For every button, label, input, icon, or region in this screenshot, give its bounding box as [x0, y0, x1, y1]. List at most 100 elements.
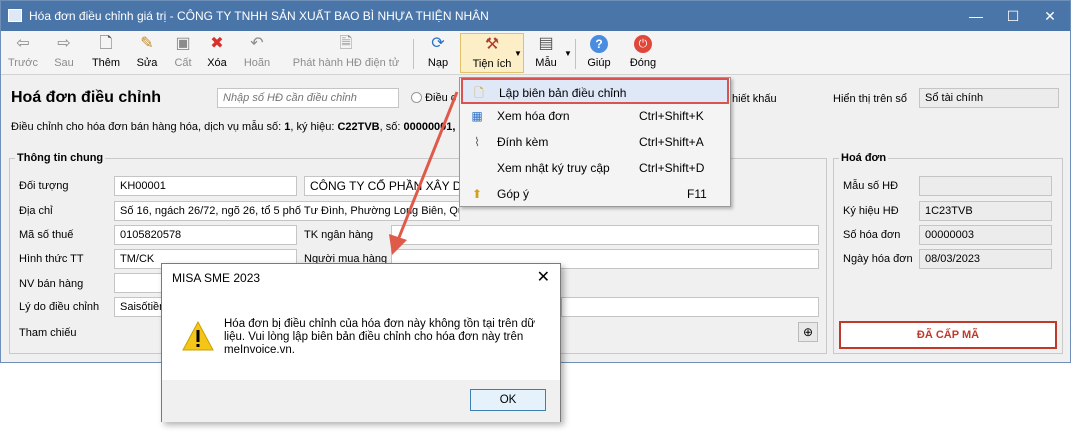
reason-input[interactable]: Saisốtiền: [114, 297, 164, 317]
menu-item-shortcut: F11: [687, 187, 707, 201]
radio-circle-icon: [411, 92, 422, 103]
menu-item-create-adjustment-record[interactable]: 🗋 Lập biên bản điều chỉnh: [461, 78, 729, 104]
close-button[interactable]: ⏻ Đóng: [625, 33, 661, 73]
payment-method-label: Hình thức TT: [19, 253, 84, 265]
menu-item-shortcut: Ctrl+Shift+D: [639, 161, 705, 175]
dialog-footer: OK: [162, 380, 560, 422]
view-invoice-icon: ▦: [471, 109, 483, 123]
add-button[interactable]: 🗋 Thêm: [89, 33, 123, 73]
prev-label: Trước: [7, 57, 39, 69]
refresh-icon: ⟳: [431, 35, 445, 52]
next-button[interactable]: ⇨ Sau: [49, 33, 79, 73]
adjust-radio-label: Điều c: [425, 92, 457, 104]
customer-name-input[interactable]: CÔNG TY CỔ PHẦN XÂY DỰ: [304, 176, 460, 196]
address-label: Địa chỉ: [19, 205, 53, 217]
bank-account-input[interactable]: [391, 225, 819, 245]
save-button[interactable]: ▣ Cất: [169, 33, 197, 73]
dialog-message: Hóa đơn bị điều chỉnh của hóa đơn này kh…: [224, 318, 536, 356]
menu-item-shortcut: Ctrl+Shift+K: [639, 109, 704, 123]
utilities-label: Tiện ích: [472, 58, 512, 70]
customer-code-input[interactable]: KH00001: [114, 176, 297, 196]
menu-item-label: Góp ý: [497, 187, 530, 201]
load-button[interactable]: ⟳ Nạp: [421, 33, 455, 73]
reason-input-tail[interactable]: [561, 297, 819, 317]
arrow-right-icon: ⇨: [57, 35, 71, 52]
message-dialog: MISA SME 2023 ✕ Hóa đơn bị điều chỉnh củ…: [161, 263, 561, 422]
undo-label: Hoãn: [243, 57, 271, 69]
publish-document-icon: 🗎: [339, 35, 353, 52]
close-window-button[interactable]: ✕: [1035, 5, 1065, 27]
floppy-disk-icon: ▣: [175, 35, 191, 52]
adjust-radio[interactable]: Điều c: [411, 92, 456, 104]
menu-item-label: Đính kèm: [497, 135, 549, 149]
maximize-button[interactable]: ☐: [998, 5, 1028, 27]
add-label: Thêm: [91, 57, 121, 69]
dialog-close-button[interactable]: ✕: [537, 267, 550, 287]
warning-icon: [182, 321, 214, 351]
menu-item-access-log[interactable]: Xem nhật ký truy cập Ctrl+Shift+D: [461, 155, 729, 181]
new-document-icon: 🗋: [99, 35, 113, 52]
edit-icon: ✎: [140, 35, 154, 52]
undo-button[interactable]: ↶ Hoãn: [239, 33, 275, 73]
delete-button[interactable]: ✖ Xóa: [203, 33, 231, 73]
template-button[interactable]: ▤ Mẫu: [529, 33, 563, 73]
arrow-left-icon: ⇦: [16, 35, 30, 52]
utilities-menu: 🗋 Lập biên bản điều chỉnh ▦ Xem hóa đơn …: [459, 77, 731, 207]
app-icon: [8, 9, 22, 22]
description-symbol: C22TVB: [337, 121, 380, 133]
invoice-symbol-input[interactable]: 1C23TVB: [919, 201, 1052, 221]
description-prefix: Điều chỉnh cho hóa đơn bán hàng hóa, dịc…: [11, 121, 285, 133]
dialog-title: MISA SME 2023: [172, 271, 261, 285]
display-label: Hiển thị trên sổ: [833, 93, 907, 105]
page-title: Hoá đơn điều chỉnh: [11, 89, 162, 106]
publish-einvoice-button[interactable]: 🗎 Phát hành HĐ điện tử: [285, 33, 407, 73]
prev-button[interactable]: ⇦ Trước: [5, 33, 41, 73]
menu-item-view-invoice[interactable]: ▦ Xem hóa đơn Ctrl+Shift+K: [461, 103, 729, 129]
delete-icon: ✖: [210, 35, 224, 52]
template-no-input[interactable]: [919, 176, 1052, 196]
save-label: Cất: [174, 57, 192, 69]
invoice-group-title: Hoá đơn: [839, 152, 889, 164]
paperclip-icon: ⌇: [474, 135, 480, 149]
description-number: 00000001,: [403, 121, 456, 133]
bank-account-label: TK ngân hàng: [304, 229, 374, 241]
discount-label: hiết khấu: [732, 93, 777, 105]
close-label: Đóng: [629, 57, 657, 69]
address-input[interactable]: Số 16, ngách 26/72, ngõ 26, tổ 5 phố Tư …: [114, 201, 460, 221]
description-mid2: , số:: [379, 121, 404, 133]
menu-item-label: Xem nhật ký truy cập: [497, 161, 610, 175]
menu-item-label: Lập biên bản điều chỉnh: [499, 86, 627, 100]
invoice-search-input[interactable]: [217, 88, 399, 108]
chevron-down-icon: ▼: [564, 49, 572, 58]
salesperson-input[interactable]: [114, 273, 164, 293]
toolbar: ⇦ Trước ⇨ Sau 🗋 Thêm ✎ Sửa ▣ Cất ✖ Xóa ↶…: [1, 31, 1070, 75]
zoom-in-icon[interactable]: ⊕: [798, 322, 818, 342]
title-bar: Hóa đơn điều chỉnh giá trị - CÔNG TY TNH…: [1, 1, 1070, 31]
menu-item-feedback[interactable]: ⬆ Góp ý F11: [461, 181, 729, 207]
salesperson-label: NV bán hàng: [19, 278, 84, 290]
screen: Hóa đơn điều chỉnh giá trị - CÔNG TY TNH…: [0, 0, 1071, 433]
description-mid: , ký hiệu:: [290, 121, 338, 133]
adjustment-description: Điều chỉnh cho hóa đơn bán hàng hóa, dịc…: [11, 121, 455, 133]
help-button[interactable]: ? Giúp: [583, 33, 615, 73]
edit-button[interactable]: ✎ Sửa: [133, 33, 161, 73]
ok-button[interactable]: OK: [470, 389, 546, 411]
reason-label: Lý do điều chỉnh: [19, 301, 100, 313]
invoice-date-input[interactable]: 08/03/2023: [919, 249, 1052, 269]
window-title: Hóa đơn điều chỉnh giá trị - CÔNG TY TNH…: [29, 9, 489, 23]
minimize-button[interactable]: —: [961, 5, 991, 27]
publish-label: Phát hành HĐ điện tử: [292, 57, 400, 69]
tax-code-input[interactable]: 0105820578: [114, 225, 297, 245]
invoice-number-input[interactable]: 00000003: [919, 225, 1052, 245]
template-icon: ▤: [538, 35, 554, 52]
invoice-number-label: Số hóa đơn: [843, 229, 901, 241]
menu-item-attach[interactable]: ⌇ Đính kèm Ctrl+Shift+A: [461, 129, 729, 155]
help-label: Giúp: [587, 57, 611, 69]
help-icon: ?: [590, 35, 608, 53]
general-info-title: Thông tin chung: [15, 152, 106, 164]
display-select[interactable]: Sổ tài chính: [919, 88, 1059, 108]
tools-icon: ⚒: [484, 36, 500, 53]
customer-label: Đối tượng: [19, 180, 69, 192]
chevron-down-icon: ▼: [514, 49, 522, 58]
template-no-label: Mẫu số HĐ: [843, 180, 899, 192]
